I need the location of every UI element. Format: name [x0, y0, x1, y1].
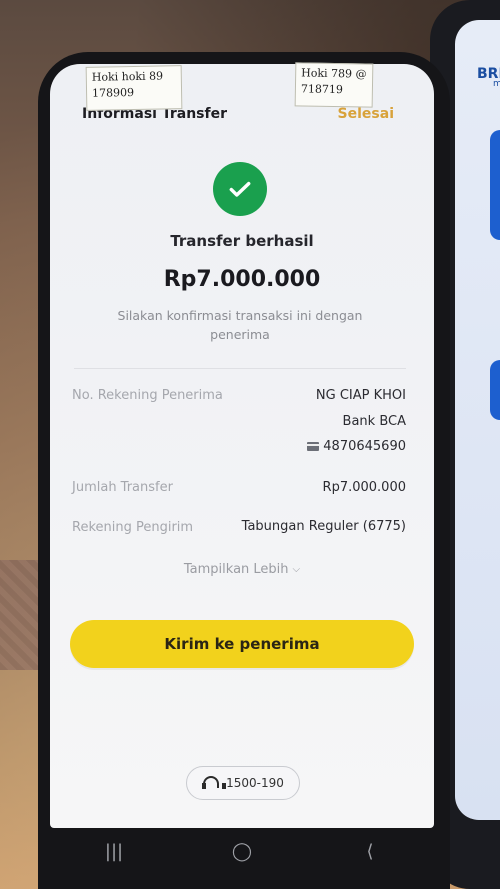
divider: [74, 368, 406, 369]
note-line: 718719: [300, 82, 344, 97]
status-title: Transfer berhasil: [170, 232, 314, 250]
sender-label: Rekening Pengirim: [72, 520, 194, 535]
sticky-note: Hoki 789 @ 718719: [294, 62, 374, 108]
recipient-label: No. Rekening Penerima: [72, 388, 223, 403]
note-line: 178909: [91, 86, 135, 100]
note-line: Hoki 789 @: [301, 66, 367, 81]
show-more-button[interactable]: Tampilkan Lebih ⌵: [50, 562, 434, 577]
background-phone-brand: BRI mo: [477, 66, 500, 89]
amount-label: Jumlah Transfer: [72, 480, 173, 495]
recipient-bank: Bank BCA: [342, 414, 406, 429]
system-nav-bar: ||| ◯ ⟨: [50, 828, 434, 874]
support-button[interactable]: 1500-190: [186, 766, 300, 800]
status-amount: Rp7.000.000: [163, 267, 321, 292]
amount-value: Rp7.000.000: [322, 480, 406, 495]
card-icon: [307, 442, 320, 451]
chevron-down-icon: ⌵: [292, 564, 301, 575]
sticky-note: Hoki hoki 89 178909: [85, 65, 183, 111]
background-card: [490, 130, 500, 240]
support-number: 1500-190: [226, 776, 284, 790]
success-check-icon: [213, 162, 267, 216]
brand-sub: mo: [493, 79, 500, 89]
headset-icon: [202, 776, 227, 790]
status-subtitle: Silakan konfirmasi transaksi ini dengan …: [117, 308, 363, 342]
phone-screen: Informasi Transfer Selesai Transfer berh…: [50, 64, 434, 828]
sender-value: Tabungan Reguler (6775): [241, 519, 406, 534]
note-line: Hoki hoki 89: [91, 69, 164, 84]
recipient-account-number: 4870645690: [323, 439, 406, 454]
show-more-label: Tampilkan Lebih: [183, 562, 289, 577]
send-to-recipient-button[interactable]: Kirim ke penerima: [70, 620, 414, 668]
recents-icon[interactable]: |||: [94, 841, 134, 862]
back-icon[interactable]: ⟨: [350, 841, 390, 862]
done-button[interactable]: Selesai: [338, 106, 394, 122]
recipient-name: NG CIAP KHOI: [315, 388, 406, 403]
background-card: [490, 360, 500, 420]
home-icon[interactable]: ◯: [222, 841, 262, 862]
recipient-account: 4870645690: [307, 439, 406, 454]
